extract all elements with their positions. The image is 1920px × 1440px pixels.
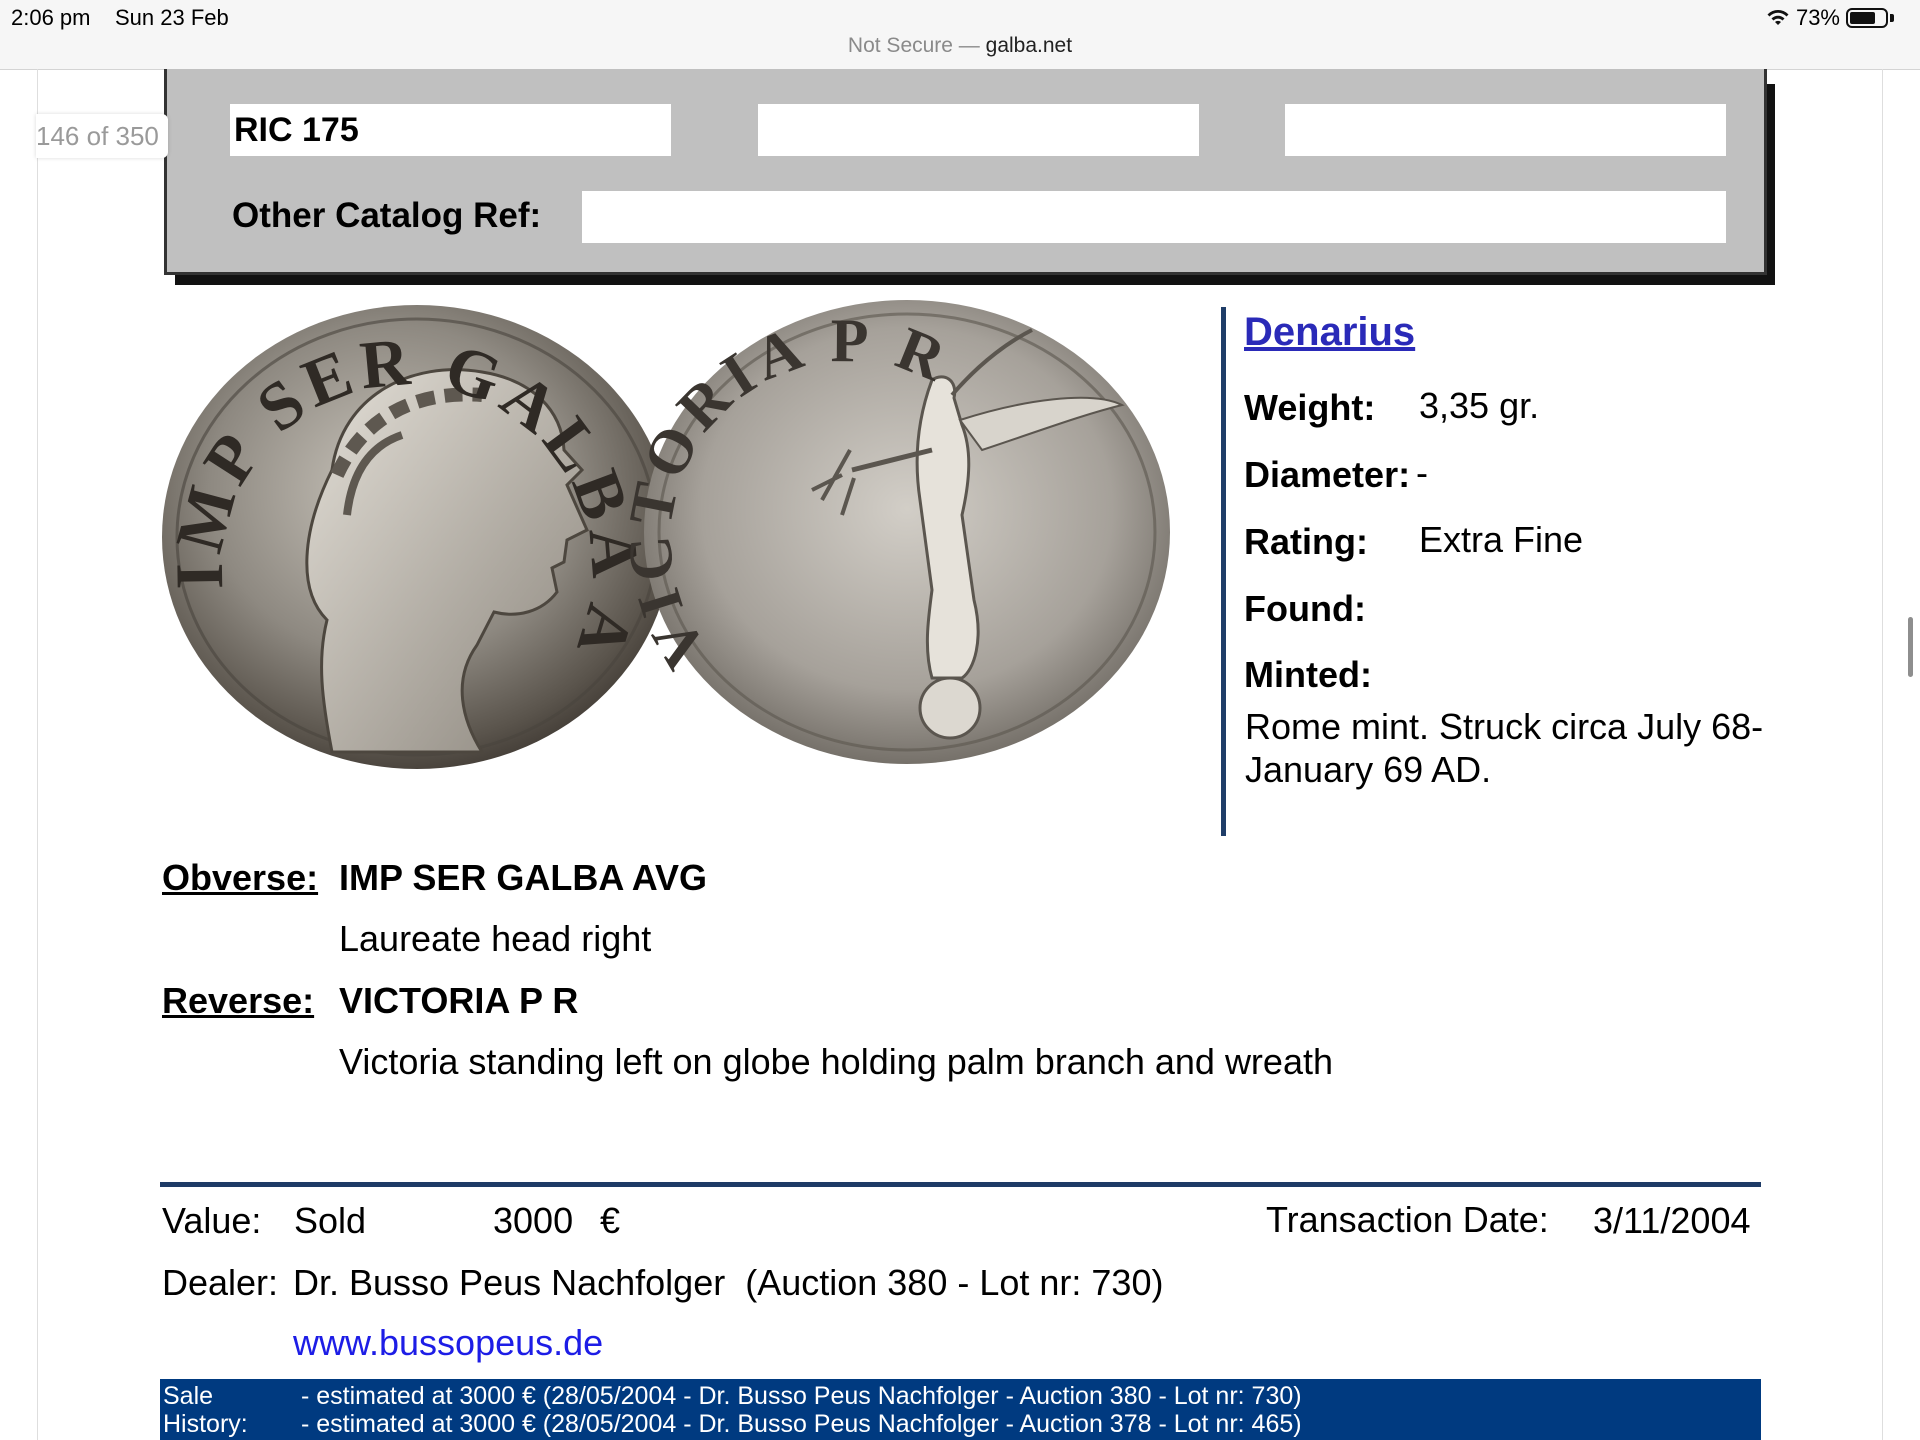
rating-label: Rating: <box>1244 521 1368 562</box>
status-time: 2:06 pm <box>11 5 91 30</box>
obverse-description: Laureate head right <box>339 918 652 959</box>
url-host: galba.net <box>985 34 1073 57</box>
battery-tip <box>1890 14 1894 22</box>
found-label: Found: <box>1244 588 1366 629</box>
coin-photo: IMP SER GALBA AVG VICTORIA P R <box>133 239 1170 769</box>
status-date: Sun 23 Feb <box>115 5 229 30</box>
weight-value: 3,35 gr. <box>1419 385 1540 426</box>
diameter-value: - <box>1416 452 1428 493</box>
transaction-divider <box>160 1182 1761 1187</box>
battery-percent: 73% <box>1795 5 1840 30</box>
value-currency: € <box>600 1200 621 1241</box>
obverse-label: Obverse: <box>162 857 319 898</box>
value-label: Value: <box>162 1200 262 1241</box>
page-edge-left <box>37 69 38 1440</box>
dealer-website-link[interactable]: www.bussopeus.de <box>293 1322 603 1364</box>
rating-value: Extra Fine <box>1419 519 1584 560</box>
battery-fill <box>1850 12 1875 24</box>
scrollbar-thumb[interactable] <box>1908 617 1913 677</box>
sale-history-label-1: Sale <box>163 1382 214 1410</box>
other-catalog-value <box>582 191 1726 243</box>
transaction-date-value: 3/11/2004 <box>1593 1200 1751 1241</box>
address-bar[interactable]: Not Secure — galba.net <box>0 34 1920 58</box>
page-edge-right <box>1882 69 1883 1440</box>
obverse-legend: IMP SER GALBA AVG <box>339 857 708 898</box>
catalog-ref-2 <box>758 104 1199 156</box>
status-right: 73% <box>1766 5 1894 31</box>
details-divider <box>1221 307 1226 836</box>
catalog-box <box>164 69 1767 275</box>
transaction-date-label: Transaction Date: <box>1266 1199 1549 1240</box>
battery-icon <box>1846 8 1888 28</box>
sale-history-label-2: History: <box>163 1410 248 1438</box>
dealer-value: Dr. Busso Peus Nachfolger (Auction 380 -… <box>293 1262 1164 1303</box>
sale-history-row: - estimated at 3000 € (28/05/2004 - Dr. … <box>301 1382 1302 1410</box>
dealer-label: Dealer: <box>162 1262 279 1303</box>
sale-history: Sale History: - estimated at 3000 € (28/… <box>160 1379 1761 1440</box>
catalog-ref-3 <box>1285 104 1726 156</box>
other-catalog-label: Other Catalog Ref: <box>232 196 542 235</box>
page-counter: 146 of 350 <box>36 114 168 158</box>
status-bar: 2:06 pm Sun 23 Feb 73% Not Secure — galb… <box>0 0 1920 70</box>
value-amount: 3000 <box>493 1200 574 1241</box>
minted-value: Rome mint. Struck circa July 68-January … <box>1245 706 1764 790</box>
wifi-icon <box>1767 10 1789 25</box>
reverse-label: Reverse: <box>162 980 315 1021</box>
denomination-link[interactable]: Denarius <box>1244 310 1415 355</box>
security-label: Not Secure — <box>847 34 980 57</box>
value-status: Sold <box>294 1200 367 1241</box>
coin-image[interactable]: IMP SER GALBA AVG VICTORIA P R <box>133 239 1207 770</box>
minted-label: Minted: <box>1244 654 1372 695</box>
sale-history-row: - estimated at 3000 € (28/05/2004 - Dr. … <box>301 1410 1302 1438</box>
reverse-globe <box>918 676 982 740</box>
reverse-description: Victoria standing left on globe holding … <box>339 1041 1333 1082</box>
ric-reference: RIC 175 <box>230 104 671 156</box>
reverse-legend: VICTORIA P R <box>339 980 579 1021</box>
page-counter-text: 146 of 350 <box>36 121 159 151</box>
weight-label: Weight: <box>1244 387 1376 428</box>
diameter-label: Diameter: <box>1244 454 1411 495</box>
